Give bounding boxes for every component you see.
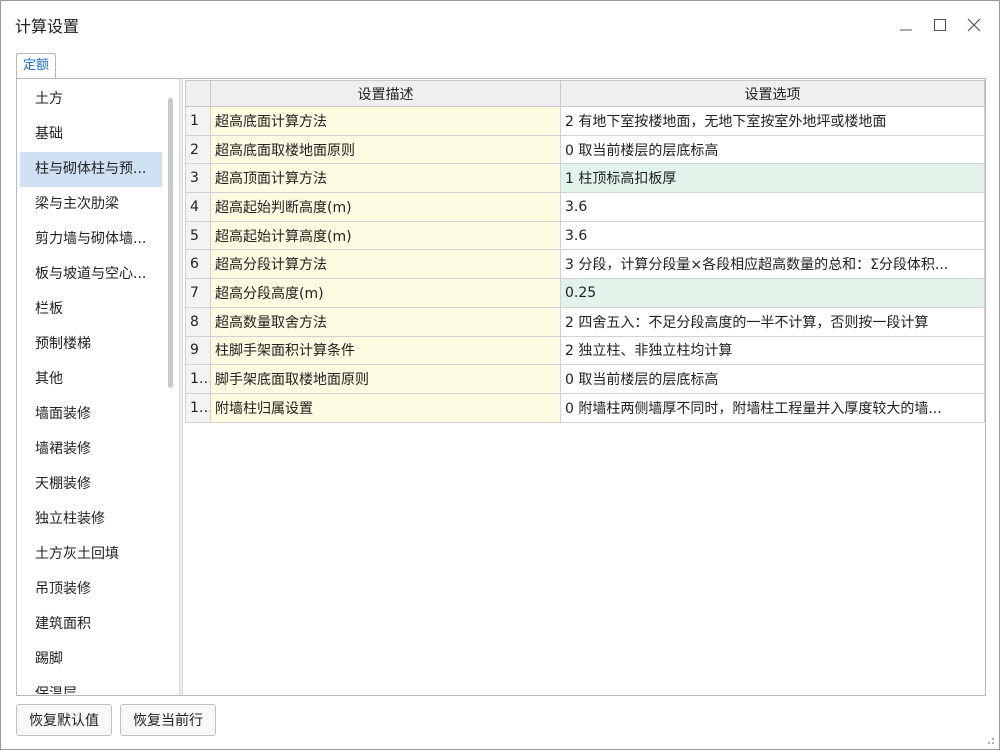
setting-description[interactable]: 超高分段高度(m) [210, 278, 561, 308]
sidebar-scrollbar[interactable] [168, 98, 173, 388]
table-row[interactable]: 1 超高底面计算方法 2 有地下室按楼地面，无地下室按室外地坪或楼地面 [185, 106, 985, 136]
setting-option[interactable]: 1 柱顶标高扣板厚 [560, 163, 985, 194]
setting-description[interactable]: 超高底面计算方法 [210, 106, 561, 136]
row-number: 3 [185, 163, 211, 194]
sidebar-item[interactable]: 板与坡道与空心... [20, 257, 162, 292]
setting-description[interactable]: 超高分段计算方法 [210, 249, 561, 280]
tab-quota[interactable]: 定额 [16, 53, 57, 79]
grid-header-row: 设置描述 设置选项 [185, 80, 985, 107]
close-icon [967, 18, 981, 32]
setting-description[interactable]: 附墙柱归属设置 [210, 392, 561, 423]
minimize-icon [900, 29, 912, 31]
setting-option[interactable]: 0 取当前楼层的层底标高 [560, 134, 985, 165]
sidebar-item[interactable]: 天棚装修 [20, 467, 162, 502]
sidebar-item[interactable]: 土方 [20, 82, 162, 117]
sidebar-item[interactable]: 踢脚 [20, 642, 162, 677]
minimize-button[interactable] [889, 11, 923, 39]
table-row[interactable]: 9 柱脚手架面积计算条件 2 独立柱、非独立柱均计算 [185, 335, 985, 366]
sidebar-item[interactable]: 其他 [20, 362, 162, 397]
row-number: 2 [185, 134, 211, 165]
row-number: 6 [185, 249, 211, 280]
sidebar-item[interactable]: 梁与主次肋梁 [20, 187, 162, 222]
row-number: 8 [185, 306, 211, 337]
table-row[interactable]: 10 脚手架底面取楼地面原则 0 取当前楼层的层底标高 [185, 364, 985, 394]
setting-description[interactable]: 脚手架底面取楼地面原则 [210, 364, 561, 394]
description-column-header: 设置描述 [210, 80, 561, 107]
sidebar-item[interactable]: 墙裙装修 [20, 432, 162, 467]
sidebar-item[interactable]: 基础 [20, 117, 162, 152]
sidebar-item[interactable]: 预制楼梯 [20, 327, 162, 362]
settings-grid: 设置描述 设置选项 1 超高底面计算方法 2 有地下室按楼地面，无地下室按室外地… [185, 80, 985, 694]
row-number: 5 [185, 220, 211, 251]
window-title: 计算设置 [15, 17, 80, 36]
restore-current-row-button[interactable]: 恢复当前行 [120, 704, 216, 736]
table-row-highlighted[interactable]: 3 超高顶面计算方法 1 柱顶标高扣板厚 [185, 163, 985, 194]
setting-description[interactable]: 超高数量取舍方法 [210, 306, 561, 337]
table-row[interactable]: 8 超高数量取舍方法 2 四舍五入：不足分段高度的一半不计算，否则按一段计算 [185, 306, 985, 337]
sidebar-item-selected[interactable]: 柱与砌体柱与预... [20, 152, 162, 187]
row-number-header [185, 80, 211, 107]
table-row-highlighted[interactable]: 7 超高分段高度(m) 0.25 [185, 278, 985, 308]
row-number: 4 [185, 192, 211, 222]
setting-option[interactable]: 3.6 [560, 192, 985, 222]
row-number: 7 [185, 278, 211, 308]
setting-option[interactable]: 0 附墙柱两侧墙厚不同时，附墙柱工程量并入厚度较大的墙... [560, 392, 985, 423]
sidebar-item[interactable]: 保温层 [20, 677, 162, 694]
sidebar-item[interactable]: 吊顶装修 [20, 572, 162, 607]
sidebar-item[interactable]: 土方灰土回填 [20, 537, 162, 572]
setting-description[interactable]: 超高起始计算高度(m) [210, 220, 561, 251]
row-number: 11 [185, 392, 211, 423]
sidebar-item[interactable]: 栏板 [20, 292, 162, 327]
setting-option[interactable]: 2 四舍五入：不足分段高度的一半不计算，否则按一段计算 [560, 306, 985, 337]
sidebar-item[interactable]: 墙面装修 [20, 397, 162, 432]
setting-option[interactable]: 2 独立柱、非独立柱均计算 [560, 335, 985, 366]
footer-actions: 恢复默认值 恢复当前行 [16, 704, 216, 736]
sidebar-item[interactable]: 独立柱装修 [20, 502, 162, 537]
close-button[interactable] [957, 11, 991, 39]
setting-option[interactable]: 3 分段，计算分段量×各段相应超高数量的总和：Σ分段体积... [560, 249, 985, 280]
table-row[interactable]: 4 超高起始判断高度(m) 3.6 [185, 192, 985, 222]
setting-option[interactable]: 0.25 [560, 278, 985, 308]
row-number: 1 [185, 106, 211, 136]
table-row[interactable]: 11 附墙柱归属设置 0 附墙柱两侧墙厚不同时，附墙柱工程量并入厚度较大的墙..… [185, 392, 985, 423]
setting-description[interactable]: 超高顶面计算方法 [210, 163, 561, 194]
setting-option[interactable]: 0 取当前楼层的层底标高 [560, 364, 985, 394]
sidebar-item[interactable]: 建筑面积 [20, 607, 162, 642]
row-number: 9 [185, 335, 211, 366]
setting-description[interactable]: 柱脚手架面积计算条件 [210, 335, 561, 366]
resize-grip-icon[interactable] [985, 735, 995, 745]
maximize-button[interactable] [923, 11, 957, 39]
window-controls [889, 11, 991, 39]
table-row[interactable]: 2 超高底面取楼地面原则 0 取当前楼层的层底标高 [185, 134, 985, 165]
table-row[interactable]: 6 超高分段计算方法 3 分段，计算分段量×各段相应超高数量的总和：Σ分段体积.… [185, 249, 985, 280]
content-panel: 土方 基础 柱与砌体柱与预... 梁与主次肋梁 剪力墙与砌体墙... 板与坡道与… [16, 78, 986, 696]
panel-splitter[interactable] [179, 79, 183, 695]
sidebar-item[interactable]: 剪力墙与砌体墙... [20, 222, 162, 257]
tab-bar: 定额 [16, 53, 57, 79]
setting-description[interactable]: 超高起始判断高度(m) [210, 192, 561, 222]
maximize-icon [934, 19, 946, 31]
setting-option[interactable]: 2 有地下室按楼地面，无地下室按室外地坪或楼地面 [560, 106, 985, 136]
option-column-header: 设置选项 [560, 80, 985, 107]
settings-window: 计算设置 定额 土方 基础 柱与砌体柱与预... 梁与主次肋梁 剪力墙与砌体墙.… [0, 0, 1000, 750]
restore-default-button[interactable]: 恢复默认值 [16, 704, 112, 736]
setting-description[interactable]: 超高底面取楼地面原则 [210, 134, 561, 165]
table-row[interactable]: 5 超高起始计算高度(m) 3.6 [185, 220, 985, 251]
title-bar: 计算设置 [1, 1, 999, 49]
row-number: 10 [185, 364, 211, 394]
setting-option[interactable]: 3.6 [560, 220, 985, 251]
category-list: 土方 基础 柱与砌体柱与预... 梁与主次肋梁 剪力墙与砌体墙... 板与坡道与… [20, 82, 178, 694]
